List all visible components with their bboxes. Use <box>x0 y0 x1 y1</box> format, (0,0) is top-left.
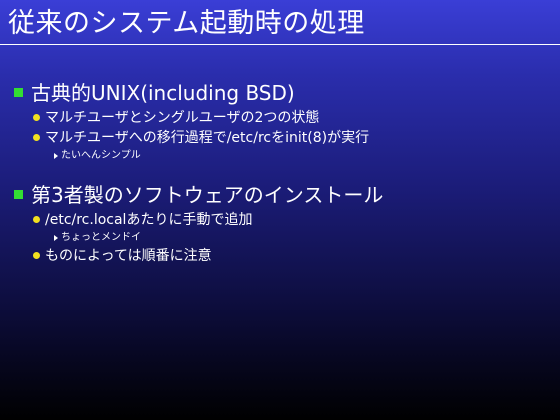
level2-item: マルチユーザへの移行過程で/etc/rcをinit(8)が実行 <box>0 128 560 148</box>
yellow-dot-bullet-icon <box>33 114 40 121</box>
bullet-text: ものによっては順番に注意 <box>45 248 212 264</box>
level2-item: マルチユーザとシングルユーザの2つの状態 <box>0 108 560 128</box>
green-square-bullet-icon <box>14 88 23 97</box>
slide-title: 従来のシステム起動時の処理 <box>8 8 365 39</box>
title-divider <box>0 44 560 45</box>
white-triangle-bullet-icon <box>54 235 58 241</box>
level3-item: ちょっとメンドイ <box>0 230 560 246</box>
level3-item: たいへんシンプル <box>0 148 560 164</box>
section-third-party-software: 第3者製のソフトウェアのインストール /etc/rc.localあたりに手動で追… <box>0 182 560 266</box>
level1-item: 第3者製のソフトウェアのインストール <box>0 182 560 210</box>
bullet-text: マルチユーザへの移行過程で/etc/rcをinit(8)が実行 <box>45 130 370 146</box>
slide: 従来のシステム起動時の処理 古典的UNIX(including BSD) マルチ… <box>0 0 560 420</box>
section-classic-unix: 古典的UNIX(including BSD) マルチユーザとシングルユーザの2つ… <box>0 80 560 164</box>
section-heading: 第3者製のソフトウェアのインストール <box>31 183 384 207</box>
yellow-dot-bullet-icon <box>33 216 40 223</box>
sub-bullet-text: たいへんシンプル <box>61 150 141 161</box>
yellow-dot-bullet-icon <box>33 134 40 141</box>
level2-item: /etc/rc.localあたりに手動で追加 <box>0 210 560 230</box>
white-triangle-bullet-icon <box>54 153 58 159</box>
level2-item: ものによっては順番に注意 <box>0 246 560 266</box>
bullet-text: マルチユーザとシングルユーザの2つの状態 <box>45 110 320 126</box>
section-heading: 古典的UNIX(including BSD) <box>31 81 295 105</box>
level1-item: 古典的UNIX(including BSD) <box>0 80 560 108</box>
green-square-bullet-icon <box>14 190 23 199</box>
sub-bullet-text: ちょっとメンドイ <box>61 232 141 243</box>
yellow-dot-bullet-icon <box>33 252 40 259</box>
bullet-text: /etc/rc.localあたりに手動で追加 <box>45 212 253 228</box>
